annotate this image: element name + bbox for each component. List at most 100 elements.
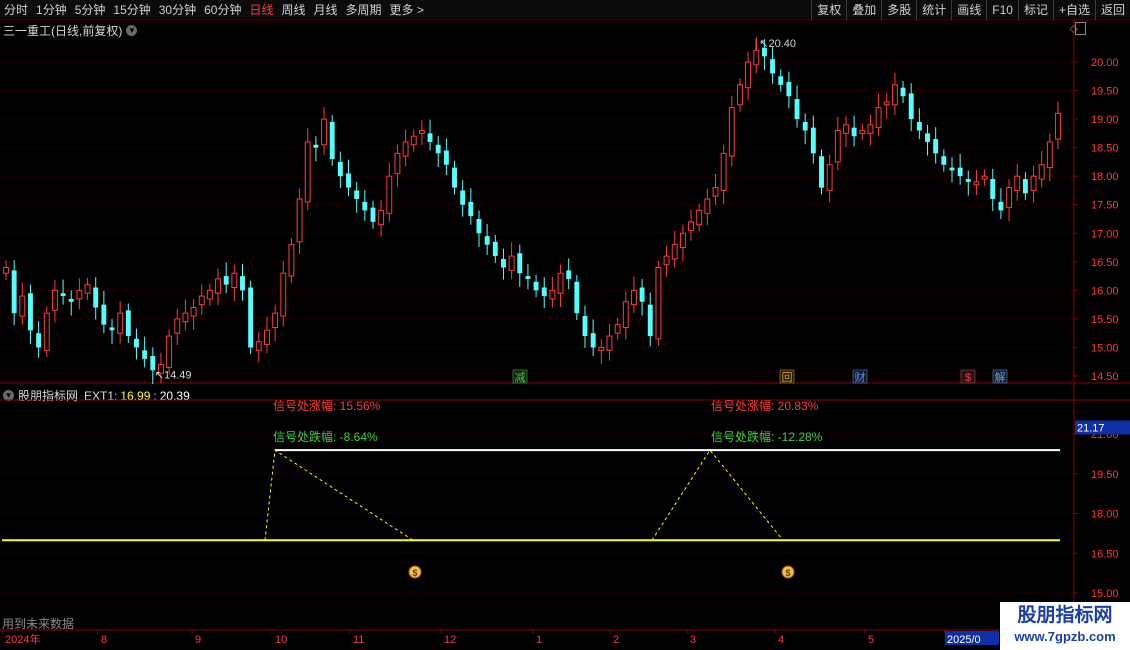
- candle-body: [354, 190, 360, 200]
- sub-tick-label: 15.00: [1091, 588, 1119, 600]
- price-tick-label: 20.00: [1091, 57, 1119, 69]
- candle-body: [134, 338, 139, 348]
- candle-body: [109, 327, 115, 331]
- price-tick-label: 14.50: [1091, 371, 1119, 383]
- candle-body: [549, 289, 556, 300]
- watermark-logo: 股朋指标网 www.7gpzb.com: [1000, 602, 1130, 650]
- candle-body: [125, 310, 131, 337]
- time-label: 4: [778, 634, 784, 646]
- candle-body: [606, 335, 613, 351]
- candle-body: [1046, 141, 1053, 169]
- candle-body: [598, 346, 605, 351]
- sub-tick-label: 16.50: [1091, 548, 1119, 560]
- candle-body: [1006, 187, 1013, 209]
- candle-body: [427, 133, 433, 142]
- candle-body: [394, 152, 401, 174]
- candle-body: [452, 167, 457, 188]
- price-tick-label: 19.00: [1091, 114, 1119, 126]
- current-value-label: 21.17: [1077, 422, 1105, 434]
- high-price-label: ↖20.40: [759, 38, 796, 50]
- candle-body: [1022, 179, 1028, 194]
- candle-body: [76, 289, 83, 300]
- candle-body: [655, 267, 662, 340]
- candle-body: [566, 270, 572, 279]
- candle-body: [533, 281, 539, 291]
- candle-body: [93, 287, 99, 308]
- candle-body: [150, 356, 156, 371]
- candle-body: [875, 107, 882, 129]
- candle-body: [36, 333, 42, 348]
- candle-body: [346, 173, 351, 188]
- candle-body: [525, 276, 531, 279]
- candle-body: [688, 221, 694, 231]
- candle-body: [663, 255, 670, 266]
- price-tick-label: 18.00: [1091, 171, 1119, 183]
- money-bag-symbol: $: [412, 568, 417, 578]
- candle-body: [720, 152, 727, 191]
- candle-body: [1038, 164, 1045, 180]
- low-price-label: ↖14.49: [155, 370, 192, 382]
- candle-body: [370, 207, 376, 222]
- time-label: 11: [353, 634, 364, 646]
- candle-body: [753, 50, 760, 66]
- signal-rise-text: 信号处涨幅: 20.83%: [711, 398, 819, 413]
- candle-body: [182, 312, 189, 323]
- candle-body: [313, 144, 319, 148]
- candle-body: [728, 107, 735, 157]
- candle-body: [68, 298, 74, 302]
- candle-body: [1055, 112, 1061, 140]
- candle-body: [304, 141, 311, 203]
- candle-body: [941, 156, 947, 165]
- candle-body: [933, 139, 939, 154]
- candle-body: [321, 118, 327, 146]
- price-tick-label: 15.50: [1091, 314, 1119, 326]
- candle-body: [810, 127, 816, 154]
- candle-body: [280, 272, 287, 317]
- event-marker-label: $: [965, 372, 971, 384]
- candle-body: [639, 287, 645, 302]
- candle-body: [574, 281, 580, 314]
- candle-body: [386, 175, 393, 214]
- candle-body: [190, 306, 197, 317]
- candle-body: [206, 289, 213, 300]
- time-label: 3: [690, 634, 696, 646]
- candle-body: [541, 287, 547, 297]
- time-label: 8: [101, 634, 107, 646]
- candle-body: [418, 130, 425, 134]
- candle-body: [501, 258, 506, 268]
- sub-tick-label: 18.00: [1091, 509, 1119, 521]
- candle-body: [622, 301, 629, 328]
- event-marker-label: 财: [855, 370, 866, 384]
- time-label: 9: [195, 634, 201, 646]
- candle-body: [973, 181, 980, 186]
- candle-body: [582, 316, 588, 337]
- signal-rise-text: 信号处涨幅: 15.56%: [273, 398, 381, 413]
- candle-body: [435, 144, 441, 154]
- candle-body: [1014, 175, 1021, 191]
- candle-body: [198, 295, 205, 306]
- candle-body: [484, 236, 490, 245]
- candle-body: [166, 335, 173, 368]
- signal-fall-text: 信号处跌幅: -8.64%: [273, 429, 378, 444]
- candle-body: [891, 84, 898, 106]
- candle-body: [704, 198, 711, 214]
- candle-body: [883, 101, 890, 106]
- candle-body: [288, 244, 295, 277]
- time-label: 2024年: [5, 632, 40, 646]
- candle-body: [925, 133, 930, 142]
- candle-body: [778, 76, 784, 85]
- candle-body: [900, 87, 906, 97]
- candle-body: [867, 124, 874, 134]
- chart-canvas[interactable]: 20.00 19.50 19.00 18.50 18.00 17.50 17.00 16.50…: [0, 0, 1130, 650]
- event-marker-label: 解: [995, 370, 1006, 384]
- candle-body: [19, 295, 26, 317]
- time-label: 12: [444, 634, 456, 646]
- candle-body: [614, 324, 621, 334]
- signal-dashed-path: [651, 449, 784, 541]
- candle-body: [508, 255, 515, 271]
- sub-tick-label: 19.50: [1091, 469, 1119, 481]
- candle-body: [3, 267, 9, 274]
- candle-body: [949, 167, 955, 171]
- candle-body: [476, 219, 482, 234]
- signal-fall-text: 信号处跌幅: -12.28%: [711, 429, 823, 444]
